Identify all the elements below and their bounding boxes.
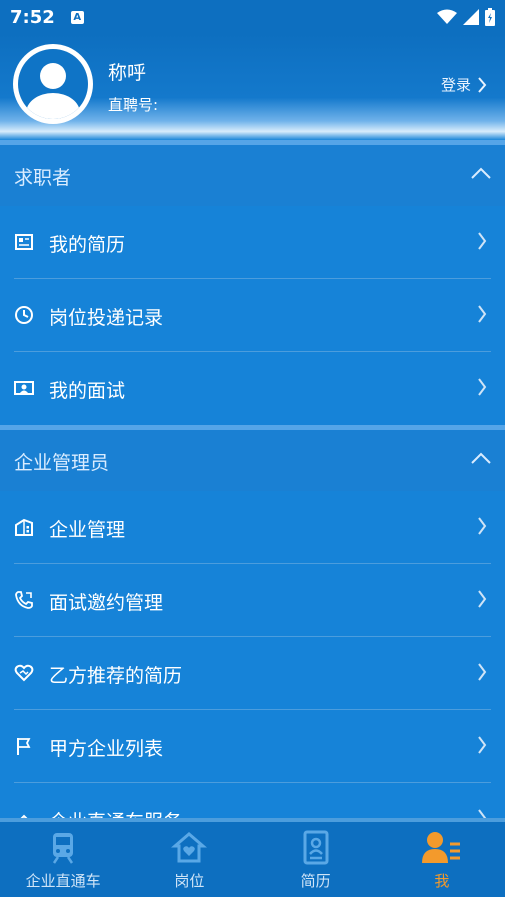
zhipin-number: 直聘号: (108, 96, 159, 114)
train-icon (53, 833, 74, 864)
status-bar: 7:52 A (0, 0, 505, 34)
status-icons (437, 8, 495, 26)
wifi-icon (437, 9, 457, 24)
user-list-icon (421, 832, 460, 863)
tab-jobs[interactable]: 岗位 (126, 822, 252, 897)
house-heart-icon (171, 832, 208, 863)
chevron-right-icon (478, 517, 487, 535)
avatar[interactable] (13, 44, 93, 124)
tab-enterprise-express[interactable]: 企业直通车 (0, 822, 126, 897)
menu-item-label: 乙方推荐的简历 (49, 665, 183, 687)
phone-icon (15, 591, 33, 609)
menu-item-label: 岗位投递记录 (49, 307, 164, 329)
nickname: 称呼 (108, 62, 147, 84)
id-card-icon (303, 830, 329, 865)
heart-icon (14, 664, 34, 682)
tab-label: 简历 (300, 872, 331, 890)
section-admin-header[interactable]: 企业管理员 (0, 425, 505, 491)
menu-item-my-interview[interactable]: 我的面试 (0, 352, 505, 425)
bottom-tab-bar: 企业直通车 岗位 简历 我 (0, 818, 505, 897)
flag-icon (17, 738, 31, 755)
menu-item-company-management[interactable]: 企业管理 (0, 491, 505, 564)
menu-item-recommended-resume[interactable]: 乙方推荐的简历 (0, 637, 505, 710)
chevron-right-icon (478, 76, 487, 93)
chevron-right-icon (478, 590, 487, 608)
chevron-right-icon (478, 305, 487, 323)
login-label: 登录 (440, 76, 471, 94)
section-seeker-title: 求职者 (14, 167, 72, 189)
notification-icon: A (70, 10, 84, 24)
interview-icon (14, 381, 34, 395)
chevron-right-icon (478, 232, 487, 250)
avatar-icon (18, 49, 88, 119)
resume-icon (15, 234, 33, 250)
menu-item-label: 面试邀约管理 (49, 592, 164, 614)
chevron-up-icon (471, 452, 491, 464)
menu-item-company-list[interactable]: 甲方企业列表 (0, 710, 505, 783)
menu-item-interview-invitation[interactable]: 面试邀约管理 (0, 564, 505, 637)
profile-header: 称呼 直聘号: 登录 (0, 34, 505, 140)
battery-icon (485, 8, 495, 26)
signal-icon (463, 9, 479, 25)
menu-item-label: 我的简历 (49, 234, 126, 256)
status-time: 7:52 (10, 6, 55, 28)
tab-resume[interactable]: 简历 (253, 822, 379, 897)
menu-item-my-resume[interactable]: 我的简历 (0, 206, 505, 279)
menu-item-label: 企业管理 (49, 519, 126, 541)
tab-me[interactable]: 我 (379, 822, 505, 897)
chevron-up-icon (471, 167, 491, 179)
menu-item-application-record[interactable]: 岗位投递记录 (0, 279, 505, 352)
menu-item-label: 甲方企业列表 (49, 738, 164, 760)
section-admin-title: 企业管理员 (14, 452, 110, 474)
menu-item-label: 我的面试 (49, 380, 126, 402)
chevron-right-icon (478, 378, 487, 396)
tab-label: 企业直通车 (25, 872, 101, 890)
login-button[interactable]: 登录 (441, 74, 487, 95)
building-icon (15, 518, 33, 536)
clock-icon (15, 306, 33, 324)
section-seeker-header[interactable]: 求职者 (0, 140, 505, 206)
chevron-right-icon (478, 663, 487, 681)
chevron-right-icon (478, 736, 487, 754)
tab-label: 岗位 (174, 872, 205, 890)
tab-label: 我 (434, 872, 450, 890)
